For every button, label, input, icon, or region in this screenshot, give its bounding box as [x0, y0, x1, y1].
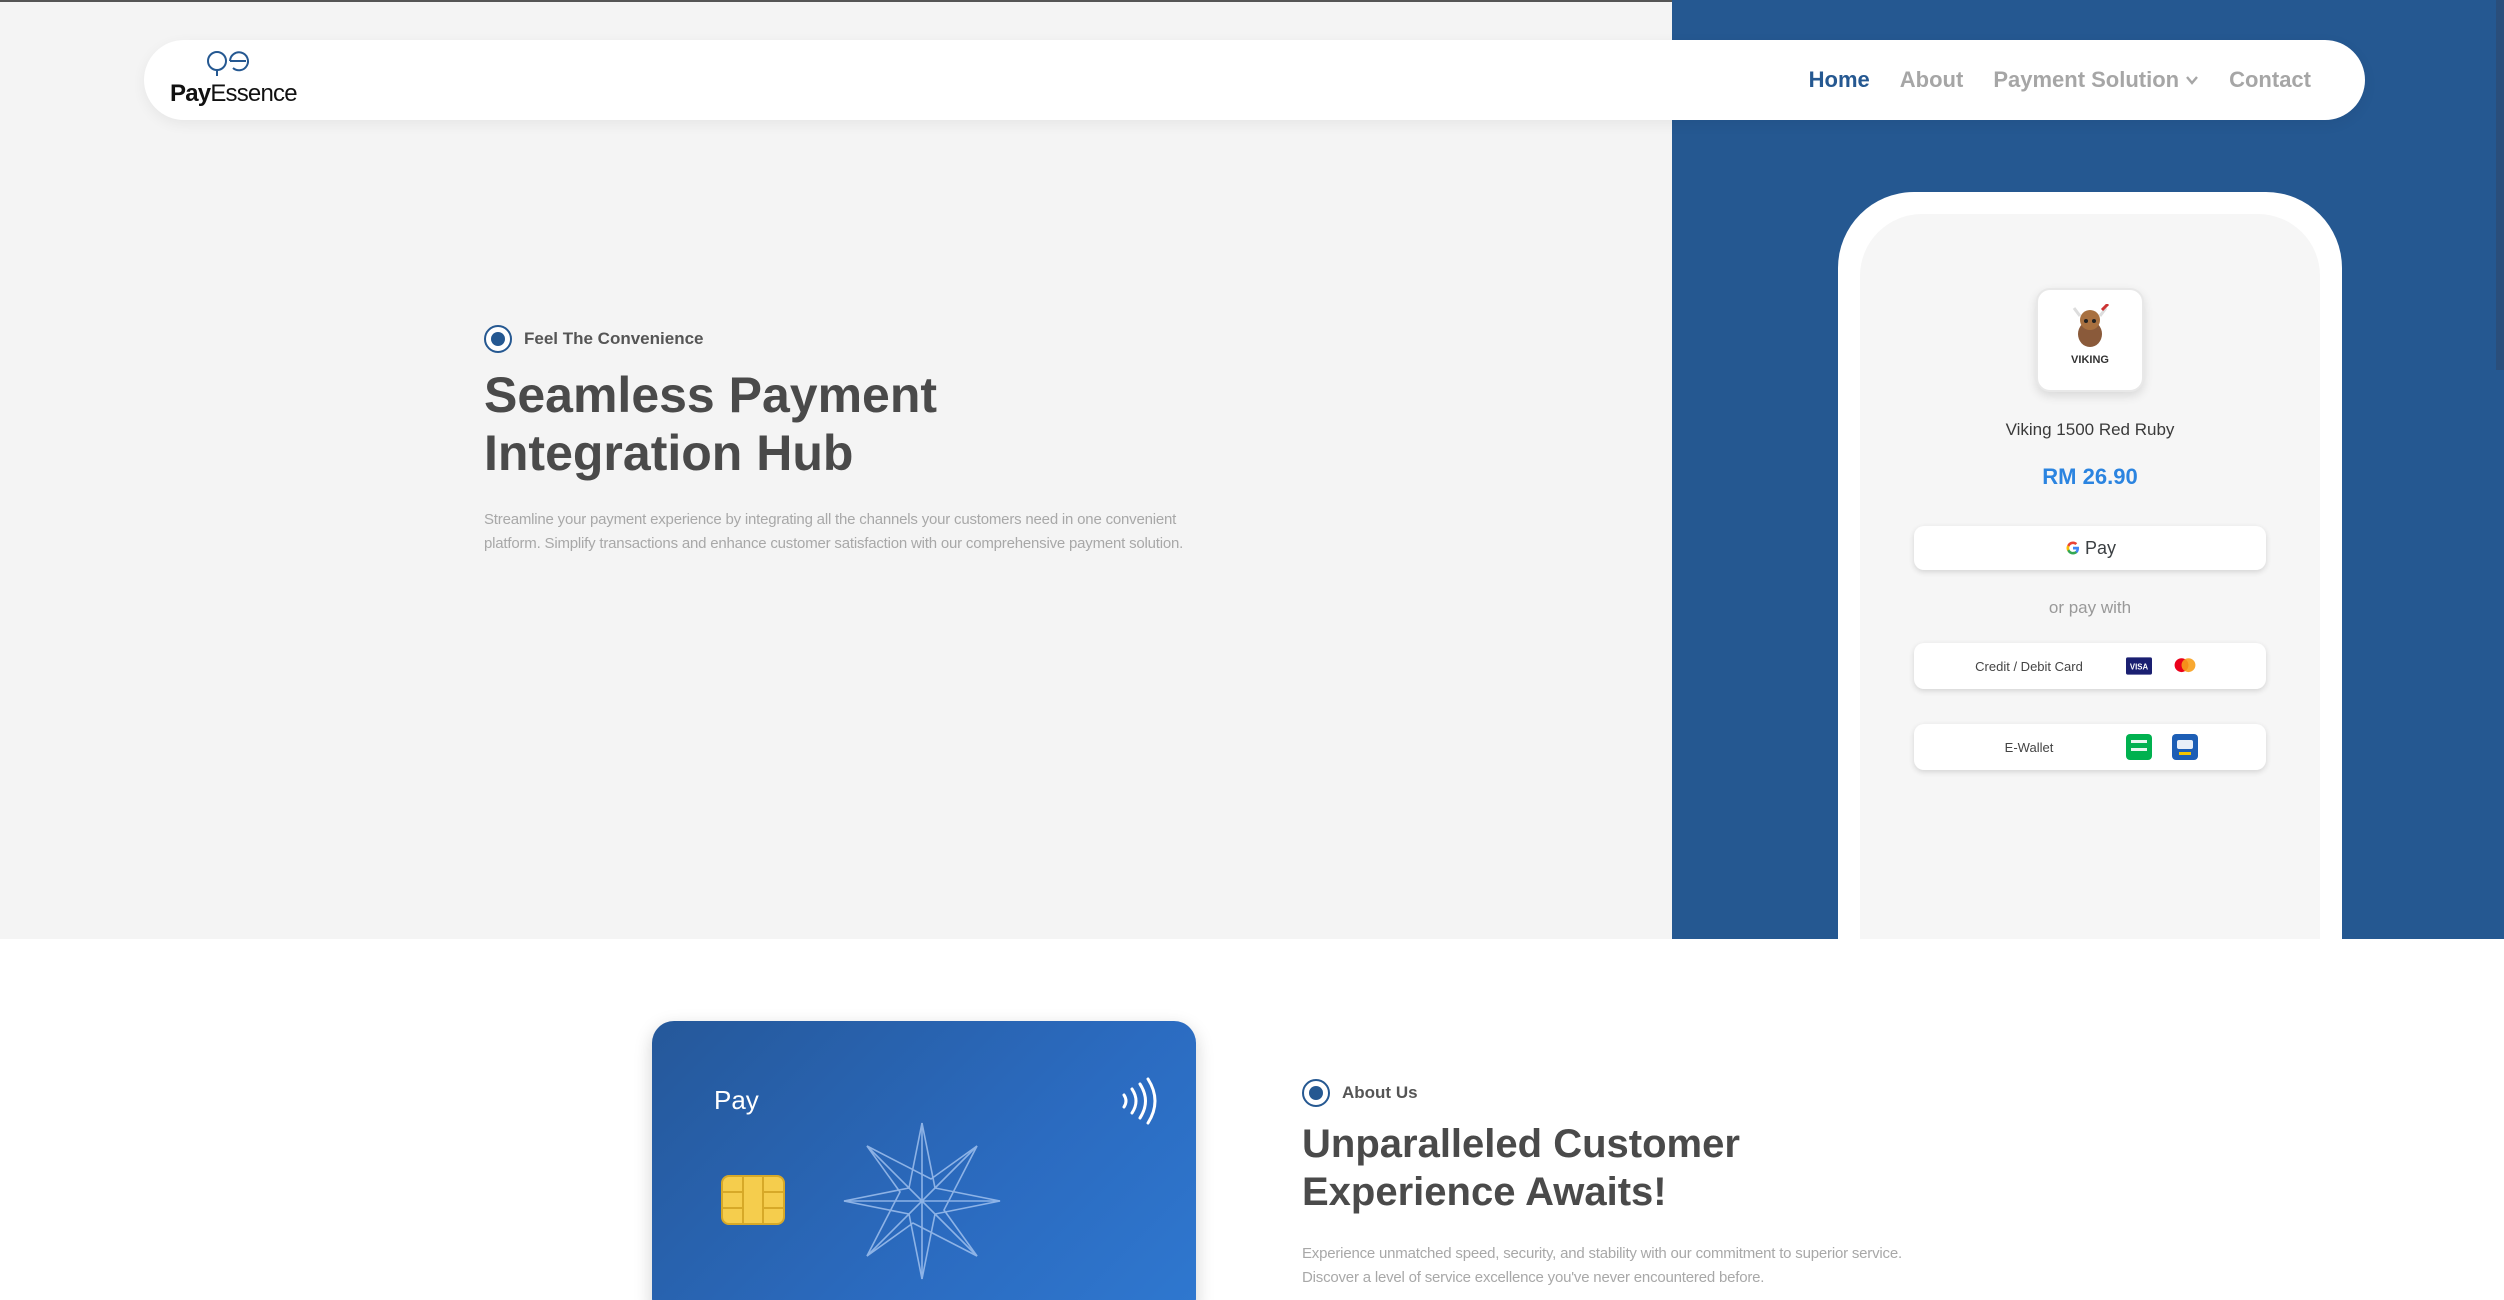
grabpay-icon: [2126, 734, 2152, 760]
contactless-icon: [1122, 1077, 1157, 1125]
about-eyebrow: About Us: [1302, 1079, 1418, 1107]
card-pay-label: Pay: [714, 1085, 759, 1115]
top-border: [0, 0, 1672, 2]
google-pay-label: Pay: [2084, 537, 2117, 558]
bullet-ring-icon: [1302, 1079, 1330, 1107]
product-icon: VIKING: [2036, 288, 2144, 392]
about-eyebrow-label: About Us: [1342, 1083, 1418, 1102]
hero-title: Seamless Payment Integration Hub: [484, 366, 1284, 482]
bullet-ring-icon: [484, 325, 512, 353]
hero-description: Streamline your payment experience by in…: [484, 511, 1184, 552]
star-emblem-icon: [843, 1122, 1001, 1280]
hero-title-line1: Seamless Payment: [484, 367, 938, 423]
phone-mockup: VIKING Viking 1500 Red Ruby RM 26.90 Pay…: [1838, 192, 2342, 939]
hero-title-line2: Integration Hub: [484, 425, 854, 481]
nav-payment-solution[interactable]: Payment Solution: [1993, 67, 2199, 93]
e-wallet-option[interactable]: E-Wallet: [1914, 724, 2266, 770]
about-title-line2: Experience Awaits!: [1302, 1170, 1667, 1214]
google-g-icon: [2066, 541, 2079, 555]
chevron-down-icon: [2186, 76, 2199, 85]
nav-home[interactable]: Home: [1809, 67, 1870, 93]
mastercard-icon: [2172, 653, 2198, 679]
hero-eyebrow: Feel The Convenience: [484, 325, 704, 353]
logo-text: PayEssence: [170, 80, 298, 107]
touchngo-icon: [2172, 734, 2198, 760]
nav-payment-solution-label: Payment Solution: [1993, 67, 2180, 92]
about-description: Experience unmatched speed, security, an…: [1302, 1245, 1902, 1286]
credit-debit-card-label: Credit / Debit Card: [1975, 658, 2083, 674]
viking-mascot-icon: [2072, 304, 2110, 347]
nav-about[interactable]: About: [1900, 67, 1964, 93]
logo-mark-icon: [207, 51, 249, 76]
about-title-line1: Unparalleled Customer: [1302, 1122, 1740, 1166]
scrollbar[interactable]: [2496, 0, 2504, 370]
credit-debit-card-option[interactable]: Credit / Debit Card VISA: [1914, 643, 2266, 689]
e-wallet-label: E-Wallet: [2004, 739, 2054, 755]
nav-links: Home About Payment Solution Contact: [1809, 40, 2311, 120]
svg-text:VISA: VISA: [2130, 662, 2149, 671]
or-pay-with-text: or pay with: [2048, 598, 2132, 617]
product-name: Viking 1500 Red Ruby: [2005, 420, 2175, 439]
card-chip-icon: [721, 1175, 785, 1225]
google-pay-button[interactable]: Pay: [1914, 526, 2266, 570]
navbar: PayEssence Home About Payment Solution C…: [144, 40, 2365, 120]
about-title: Unparalleled Customer Experience Awaits!: [1302, 1120, 2002, 1216]
hero-eyebrow-label: Feel The Convenience: [524, 329, 704, 348]
phone-screen: VIKING Viking 1500 Red Ruby RM 26.90 Pay…: [1860, 214, 2320, 939]
logo[interactable]: PayEssence: [170, 46, 300, 116]
payment-card-illustration: Pay: [652, 1021, 1196, 1300]
product-price: RM 26.90: [2042, 464, 2138, 489]
visa-icon: VISA: [2126, 653, 2152, 679]
product-logo-text: VIKING: [2071, 354, 2109, 366]
nav-contact[interactable]: Contact: [2229, 67, 2311, 93]
